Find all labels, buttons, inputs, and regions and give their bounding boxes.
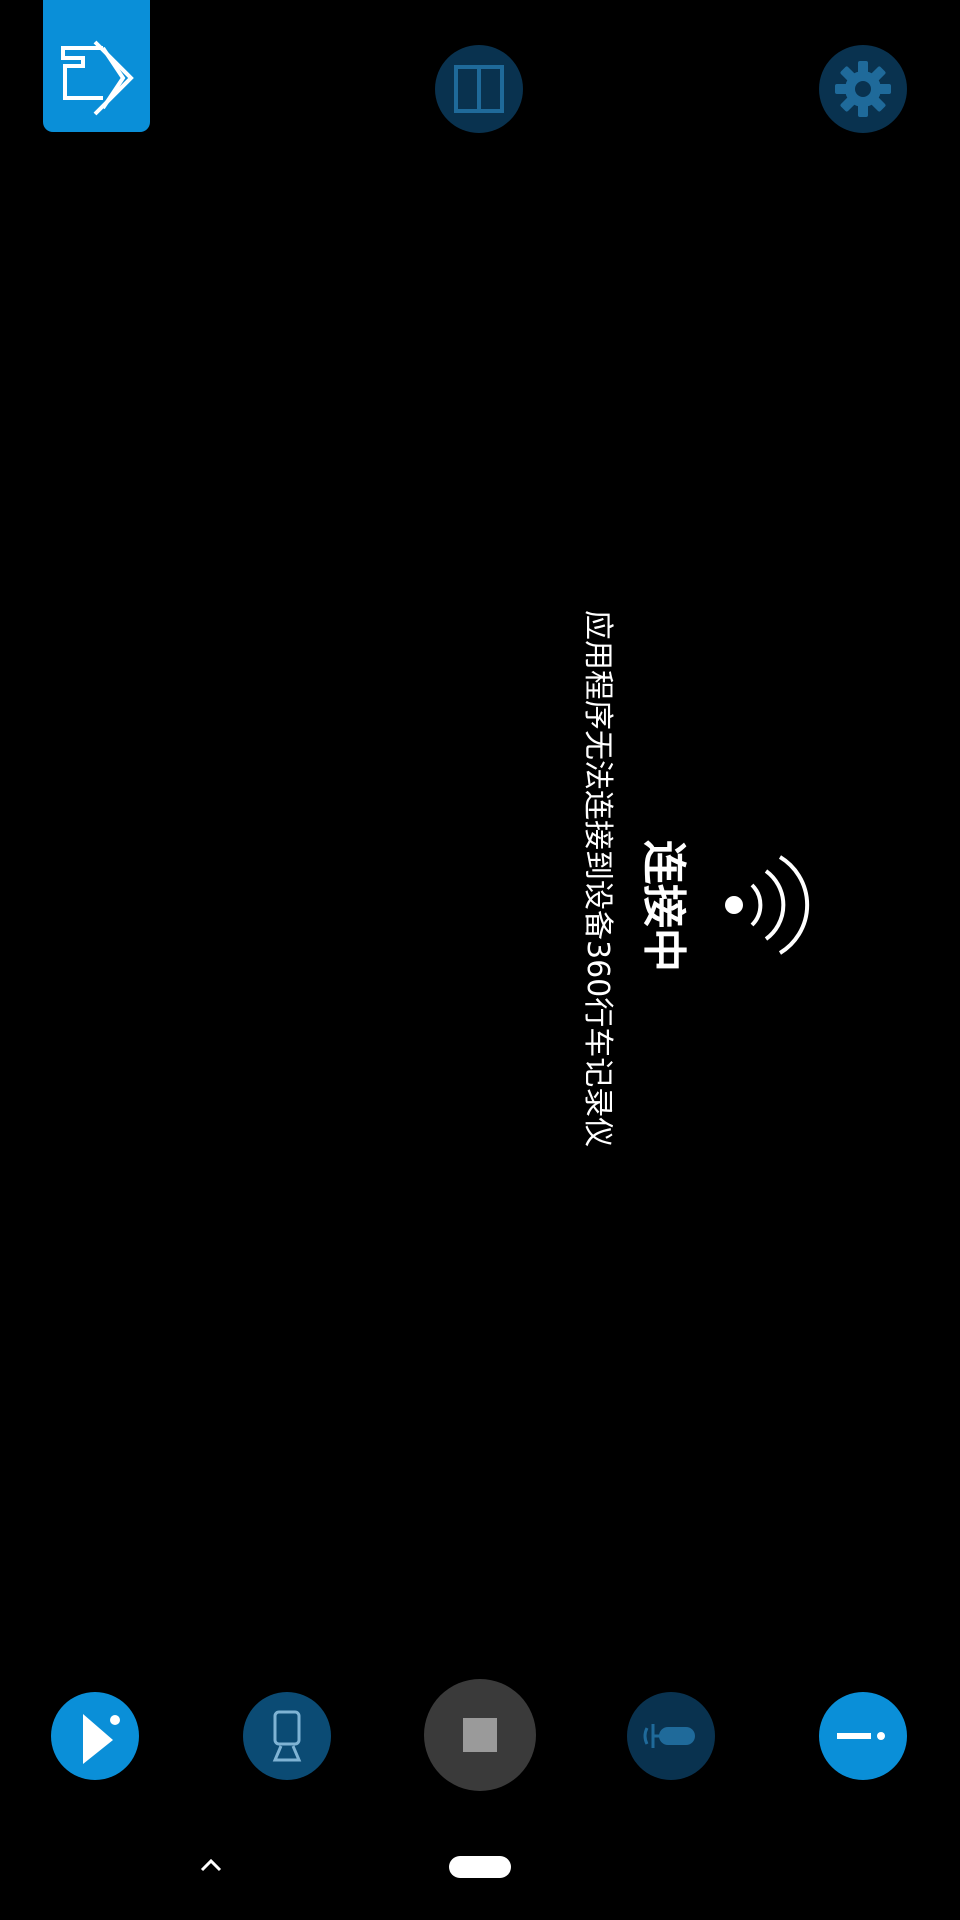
wifi-signal-icon bbox=[725, 855, 810, 955]
stop-icon bbox=[463, 1718, 497, 1752]
playback-button[interactable] bbox=[51, 1692, 139, 1780]
gear-icon bbox=[835, 61, 891, 117]
microphone-icon bbox=[643, 1724, 695, 1748]
exit-arrow-icon bbox=[61, 40, 134, 116]
connection-status-message: 应用程序无法连接到设备360行车记录仪 bbox=[580, 610, 615, 1148]
connection-status-title: 连接中 bbox=[638, 840, 689, 972]
record-stop-button[interactable] bbox=[424, 1679, 536, 1791]
split-view-icon bbox=[454, 65, 504, 113]
camera-switch-button[interactable] bbox=[243, 1692, 331, 1780]
chevron-up-icon[interactable] bbox=[196, 1852, 226, 1876]
home-pill-button[interactable] bbox=[449, 1856, 511, 1878]
settings-button[interactable] bbox=[819, 45, 907, 133]
split-view-button[interactable] bbox=[435, 45, 523, 133]
info-button[interactable] bbox=[819, 1692, 907, 1780]
camera-icon bbox=[272, 1710, 302, 1762]
info-icon bbox=[837, 1732, 885, 1740]
microphone-button[interactable] bbox=[627, 1692, 715, 1780]
play-icon bbox=[83, 1714, 120, 1764]
exit-button[interactable] bbox=[43, 0, 150, 132]
